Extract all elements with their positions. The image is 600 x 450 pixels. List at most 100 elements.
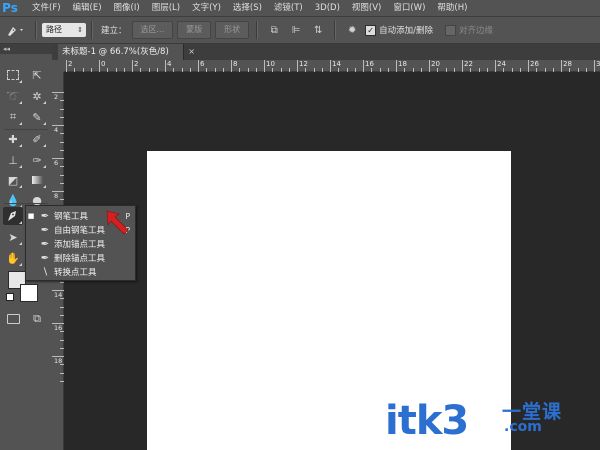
options-bar: 路径 ⇕ 建立： 选区... 蒙版 形状 ⧉ ⊫ ⇅ ✹ ✓ 自动添加/删除 对…	[0, 16, 600, 44]
ruler-major-tick	[99, 60, 100, 72]
app-logo: Ps	[2, 1, 18, 15]
ruler-label: 18	[398, 60, 407, 68]
ruler-major-tick	[363, 60, 364, 72]
menu-window[interactable]: 窗口(W)	[387, 0, 431, 16]
menu-bar: Ps 文件(F) 编辑(E) 图像(I) 图层(L) 文字(Y) 选择(S) 滤…	[0, 0, 600, 16]
hand-icon: ✋	[6, 251, 20, 265]
selected-bullet-icon: ■	[27, 212, 35, 220]
ruler-major-tick	[594, 60, 595, 72]
mask-button[interactable]: 蒙版	[177, 21, 212, 39]
shape-button[interactable]: 形状	[215, 21, 250, 39]
ruler-label: 16	[365, 60, 374, 68]
marquee-tool[interactable]	[3, 66, 23, 84]
auto-add-delete-checkbox[interactable]: ✓	[365, 24, 377, 36]
quick-mask-icon	[6, 314, 20, 324]
menu-image[interactable]: 图像(I)	[108, 0, 146, 16]
ruler-label: 20	[431, 60, 440, 68]
path-alignment-icon[interactable]: ⊫	[285, 25, 307, 36]
ruler-major-tick	[330, 60, 331, 72]
ruler-label: 8	[233, 60, 238, 68]
convert-point-icon: ∖	[41, 266, 49, 278]
healing-brush-tool[interactable]: ✚	[3, 130, 23, 148]
ruler-label: 30	[596, 60, 600, 68]
pen-icon	[8, 27, 23, 36]
quick-mask-button[interactable]	[3, 310, 23, 328]
magic-wand-tool[interactable]: ✲	[27, 87, 47, 105]
gear-icon[interactable]: ✹	[341, 25, 363, 36]
lasso-tool[interactable]: ➰	[3, 87, 23, 105]
arrow-cursor-icon: ➤	[8, 230, 18, 244]
move-tool[interactable]: ⇱	[27, 66, 47, 84]
flyout-item-label: 钢笔工具	[54, 212, 89, 222]
flyout-item[interactable]: ✒ 删除锚点工具	[26, 251, 135, 265]
history-brush-icon: ✑	[32, 153, 42, 167]
mode-select-value: 路径	[46, 25, 62, 34]
chevron-down-icon: ⇕	[77, 26, 83, 34]
path-selection-tool[interactable]: ➤	[3, 228, 23, 246]
document-tab[interactable]: 未标题-1 @ 66.7%(灰色/8) ×	[58, 44, 195, 60]
annotation-arrow-icon	[106, 210, 129, 235]
menu-edit[interactable]: 编辑(E)	[67, 0, 108, 16]
separator	[35, 21, 37, 39]
ruler-origin[interactable]	[52, 60, 64, 72]
align-edges-checkbox[interactable]	[445, 24, 457, 36]
ruler-label: 2	[68, 60, 73, 68]
eyedropper-tool[interactable]: ✎	[27, 108, 47, 126]
crop-icon: ⌗	[9, 110, 17, 123]
menu-3d[interactable]: 3D(D)	[309, 0, 346, 16]
menu-layer[interactable]: 图层(L)	[146, 0, 186, 16]
brush-tool[interactable]: ✐	[27, 130, 47, 148]
gradient-icon	[31, 176, 43, 184]
ruler-major-tick	[429, 60, 430, 72]
ruler-label: 28	[563, 60, 572, 68]
bandage-icon: ✚	[8, 132, 18, 146]
screen-mode-button[interactable]: ⧉	[27, 310, 47, 328]
pen-tool[interactable]	[3, 207, 23, 225]
watermark: itk3 一堂课 .com	[385, 393, 590, 450]
gradient-tool[interactable]	[27, 171, 47, 189]
history-brush-tool[interactable]: ✑	[27, 151, 47, 169]
watermark-text: itk3	[385, 398, 469, 444]
document-tab-bar: 未标题-1 @ 66.7%(灰色/8) ×	[52, 44, 600, 60]
background-color-swatch[interactable]	[20, 284, 38, 302]
default-colors-icon[interactable]	[6, 293, 14, 301]
eraser-icon: ◩	[7, 173, 19, 187]
pen-icon	[8, 211, 16, 221]
eraser-tool[interactable]: ◩	[3, 171, 23, 189]
separator	[256, 21, 259, 39]
flyout-item[interactable]: ∖ 转换点工具	[26, 265, 135, 279]
build-label: 建立：	[101, 26, 127, 36]
tool-preset-picker[interactable]	[0, 23, 30, 37]
hand-tool[interactable]: ✋	[3, 249, 23, 267]
crop-tool[interactable]: ⌗	[3, 108, 23, 126]
freeform-pen-icon: ✒	[40, 224, 50, 236]
clone-stamp-tool[interactable]: ⊥	[3, 151, 23, 169]
menu-type[interactable]: 文字(Y)	[186, 0, 227, 16]
path-operations-icon[interactable]: ⧉	[263, 25, 285, 36]
menu-filter[interactable]: 滤镜(T)	[268, 0, 309, 16]
path-arrangement-icon[interactable]: ⇅	[307, 25, 329, 36]
selection-button[interactable]: 选区...	[131, 21, 174, 39]
ruler-major-tick	[495, 60, 496, 72]
mode-select[interactable]: 路径 ⇕	[42, 23, 86, 37]
flyout-item-label: 自由钢笔工具	[54, 226, 106, 236]
menu-view[interactable]: 视图(V)	[346, 0, 387, 16]
ruler-label: 4	[167, 60, 172, 68]
collapse-panel-button[interactable]: ◂◂	[0, 44, 52, 54]
flyout-item-label: 添加锚点工具	[54, 240, 106, 250]
stamp-icon: ⊥	[8, 153, 18, 167]
document-tab-title: 未标题-1 @ 66.7%(灰色/8)	[62, 47, 169, 57]
close-icon[interactable]: ×	[188, 44, 195, 60]
ruler-major-tick	[198, 60, 199, 72]
ruler-label: 10	[266, 60, 275, 68]
ruler-label: 2	[134, 60, 139, 68]
ruler-label: 22	[464, 60, 473, 68]
add-anchor-icon: ✒	[40, 238, 50, 250]
menu-select[interactable]: 选择(S)	[227, 0, 268, 16]
eyedropper-icon: ✎	[32, 110, 42, 124]
screen-mode-icon: ⧉	[33, 312, 41, 325]
ruler-major-tick	[297, 60, 298, 72]
menu-file[interactable]: 文件(F)	[32, 0, 67, 16]
menu-help[interactable]: 帮助(H)	[431, 0, 473, 16]
delete-anchor-icon: ✒	[40, 252, 50, 264]
